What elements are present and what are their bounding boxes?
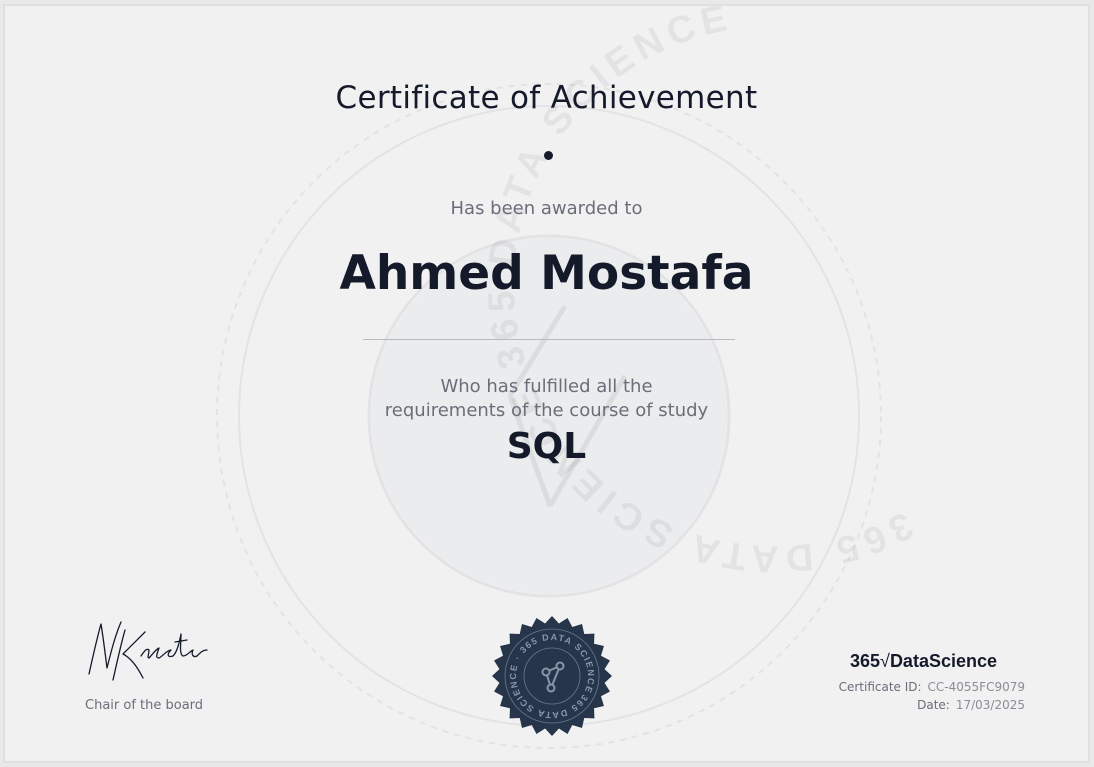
signatory-role: Chair of the board (85, 698, 204, 713)
date-value: 17/03/2025 (955, 698, 1025, 712)
date-row: Date: 17/03/2025 (917, 698, 1025, 712)
certificate-id-label: Certificate ID: (838, 680, 922, 694)
awarded-text: Has been awarded to (450, 198, 643, 219)
signature (88, 621, 208, 681)
certificate-id-row: Certificate ID: CC-4055FC9079 (839, 680, 1025, 694)
brand-prefix: 365 (850, 651, 881, 671)
brand-name: DataScience (889, 651, 997, 671)
brand-logo: 365√DataScience (850, 651, 997, 672)
certificate: 365 DATA SCIENCE 365 DATA SCIENCE Certif… (3, 4, 1090, 763)
date-label: Date: (917, 698, 950, 712)
certificate-title: Certificate of Achievement (335, 80, 758, 116)
recipient-name: Ahmed Mostafa (339, 246, 754, 301)
divider (363, 339, 735, 340)
fulfilled-text: Who has fulfilled all the requirements o… (5, 375, 1088, 423)
fulfilled-line-2: requirements of the course of study (384, 400, 709, 421)
certificate-id-value: CC-4055FC9079 (927, 680, 1025, 694)
fulfilled-line-1: Who has fulfilled all the (440, 376, 653, 397)
course-name: SQL (506, 426, 587, 467)
seal-badge: 365 DATA SCIENCE · 365 DATA SCIENCE · (488, 616, 616, 740)
brand-tick: √ (880, 651, 890, 671)
title-bullet (544, 151, 553, 160)
